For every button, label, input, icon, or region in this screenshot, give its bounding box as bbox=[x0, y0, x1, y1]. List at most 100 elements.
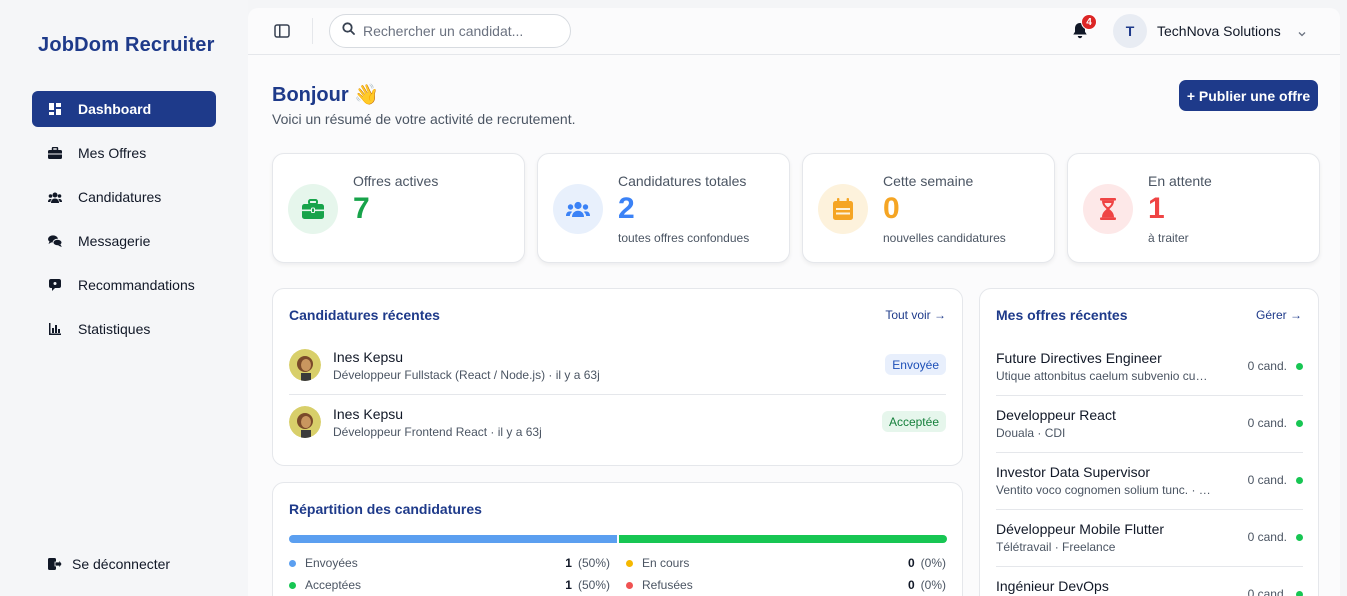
sidebar-item-recommandations[interactable]: Recommandations bbox=[32, 267, 216, 303]
candidate-name: Ines Kepsu bbox=[333, 406, 404, 422]
table-row[interactable]: Ines Kepsu Développeur Fullstack (React … bbox=[289, 339, 946, 395]
stat-card-offres-actives[interactable]: Offres actives 7 bbox=[272, 153, 525, 263]
offer-meta: Douala · CDI bbox=[996, 426, 1066, 440]
page-subtitle: Voici un résumé de votre activité de rec… bbox=[272, 111, 576, 127]
legend-value: 0 (0%) bbox=[908, 578, 946, 592]
offer-title: Future Directives Engineer bbox=[996, 350, 1162, 366]
recent-applications-card: Candidatures récentes Tout voir → Ines K… bbox=[272, 288, 963, 466]
offer-title: Investor Data Supervisor bbox=[996, 464, 1151, 480]
card-title: Répartition des candidatures bbox=[289, 501, 482, 517]
sidebar-item-dashboard[interactable]: Dashboard bbox=[32, 91, 216, 127]
list-item[interactable]: Future Directives Engineer Utique attonb… bbox=[996, 339, 1303, 396]
list-item[interactable]: Développeur Mobile Flutter Télétravail ·… bbox=[996, 510, 1303, 567]
legend-count: 1 bbox=[565, 556, 572, 570]
offer-title: Ingénieur DevOps bbox=[996, 578, 1109, 594]
logout-button[interactable]: Se déconnecter bbox=[48, 556, 170, 572]
list-item[interactable]: Investor Data Supervisor Ventito voco co… bbox=[996, 453, 1303, 510]
notification-badge: 4 bbox=[1081, 14, 1097, 30]
logout-icon bbox=[48, 557, 62, 571]
avatar bbox=[289, 349, 321, 381]
card-title: Mes offres récentes bbox=[996, 307, 1128, 323]
hourglass-icon bbox=[1083, 184, 1133, 234]
greeting-text: Bonjour bbox=[272, 84, 349, 106]
search-input[interactable] bbox=[363, 23, 553, 39]
stat-card-candidatures-totales[interactable]: Candidatures totales 2 toutes offres confo… bbox=[537, 153, 790, 263]
sidebar-toggle-icon[interactable] bbox=[274, 24, 290, 38]
manage-link[interactable]: Gérer → bbox=[1256, 308, 1302, 322]
offer-count: 0 cand. bbox=[1247, 359, 1287, 373]
offer-title: Developpeur React bbox=[996, 407, 1116, 423]
stat-value: 0 bbox=[883, 192, 900, 225]
list-item[interactable]: Ingénieur DevOps 0 cand. bbox=[996, 567, 1303, 596]
stats-row: Offres actives 7 Candidatures totales 2 tout… bbox=[272, 153, 1320, 263]
candidate-meta: Développeur Frontend React · il y a 63j bbox=[333, 425, 542, 439]
list-item[interactable]: Developpeur React Douala · CDI 0 cand. bbox=[996, 396, 1303, 453]
offer-count: 0 cand. bbox=[1247, 530, 1287, 544]
recent-offers-card: Mes offres récentes Gérer → Future Direc… bbox=[979, 288, 1319, 596]
avatar bbox=[289, 406, 321, 438]
calendar-icon bbox=[818, 184, 868, 234]
card-title: Candidatures récentes bbox=[289, 307, 440, 323]
chat-icon bbox=[48, 234, 62, 248]
dashboard-icon bbox=[48, 102, 62, 116]
brand-logo[interactable]: JobDom Recruiter bbox=[38, 34, 215, 57]
page-title: Bonjour 👋 bbox=[272, 82, 379, 107]
bar-chart-icon bbox=[48, 322, 62, 336]
see-all-link[interactable]: Tout voir → bbox=[885, 308, 946, 322]
legend-label: En cours bbox=[642, 556, 690, 570]
sidebar-item-label: Recommandations bbox=[78, 277, 195, 293]
status-dot bbox=[1296, 591, 1303, 596]
legend-value: 0 (0%) bbox=[908, 556, 946, 570]
bar-segment-envoyees bbox=[289, 535, 617, 543]
stat-label: Candidatures totales bbox=[618, 173, 747, 189]
legend-pct: (50%) bbox=[577, 578, 610, 592]
status-badge: Envoyée bbox=[885, 354, 946, 375]
offer-meta: Télétravail · Freelance bbox=[996, 540, 1116, 554]
company-menu[interactable]: T TechNova Solutions bbox=[1113, 13, 1315, 49]
comment-star-icon bbox=[48, 278, 62, 292]
sidebar: JobDom Recruiter Dashboard Mes Offres Ca… bbox=[0, 0, 248, 596]
legend-label: Acceptées bbox=[305, 578, 362, 592]
distribution-bar bbox=[289, 535, 947, 543]
legend-pct: (0%) bbox=[920, 578, 946, 592]
stat-value: 7 bbox=[353, 192, 370, 225]
main-panel: 4 T TechNova Solutions Bonjour 👋 Voici u… bbox=[248, 8, 1340, 596]
legend-item: En cours bbox=[626, 556, 689, 570]
legend-item: Envoyées bbox=[289, 556, 358, 570]
legend-value: 1 (50%) bbox=[565, 578, 610, 592]
sidebar-item-messagerie[interactable]: Messagerie bbox=[32, 223, 216, 259]
candidate-name: Ines Kepsu bbox=[333, 349, 404, 365]
chevron-down-icon bbox=[1297, 26, 1307, 37]
legend-value: 1 (50%) bbox=[565, 556, 610, 570]
stat-label: Cette semaine bbox=[883, 173, 974, 189]
candidate-meta: Développeur Fullstack (React / Node.js) … bbox=[333, 368, 600, 382]
offer-count: 0 cand. bbox=[1247, 473, 1287, 487]
sidebar-item-candidatures[interactable]: Candidatures bbox=[32, 179, 216, 215]
stat-value: 2 bbox=[618, 192, 635, 225]
legend-dot bbox=[289, 559, 296, 567]
distribution-card: Répartition des candidatures Envoyées 1 (… bbox=[272, 482, 963, 596]
stat-card-en-attente[interactable]: En attente 1 à traiter bbox=[1067, 153, 1320, 263]
sidebar-item-mes-offres[interactable]: Mes Offres bbox=[32, 135, 216, 171]
legend-count: 0 bbox=[907, 578, 915, 592]
stat-value: 1 bbox=[1148, 192, 1165, 225]
table-row[interactable]: Ines Kepsu Développeur Frontend React · … bbox=[289, 396, 946, 452]
stat-subtext: toutes offres confondues bbox=[618, 231, 750, 245]
search-box[interactable] bbox=[329, 14, 571, 48]
search-icon bbox=[342, 22, 355, 40]
publish-offer-button[interactable]: + Publier une offre bbox=[1179, 80, 1318, 111]
sidebar-item-statistiques[interactable]: Statistiques bbox=[32, 311, 216, 347]
users-icon bbox=[553, 184, 603, 234]
legend-dot bbox=[289, 581, 296, 589]
stat-card-cette-semaine[interactable]: Cette semaine 0 nouvelles candidatures bbox=[802, 153, 1055, 263]
wave-emoji: 👋 bbox=[354, 84, 380, 106]
top-bar: 4 T TechNova Solutions bbox=[248, 8, 1340, 55]
status-dot bbox=[1296, 420, 1303, 427]
status-dot bbox=[1296, 534, 1303, 541]
users-icon bbox=[48, 190, 62, 204]
bar-segment-acceptees bbox=[619, 535, 947, 543]
offer-count: 0 cand. bbox=[1247, 587, 1287, 596]
sidebar-item-label: Candidatures bbox=[78, 189, 162, 205]
legend-dot bbox=[626, 559, 633, 567]
briefcase-icon bbox=[288, 184, 338, 234]
